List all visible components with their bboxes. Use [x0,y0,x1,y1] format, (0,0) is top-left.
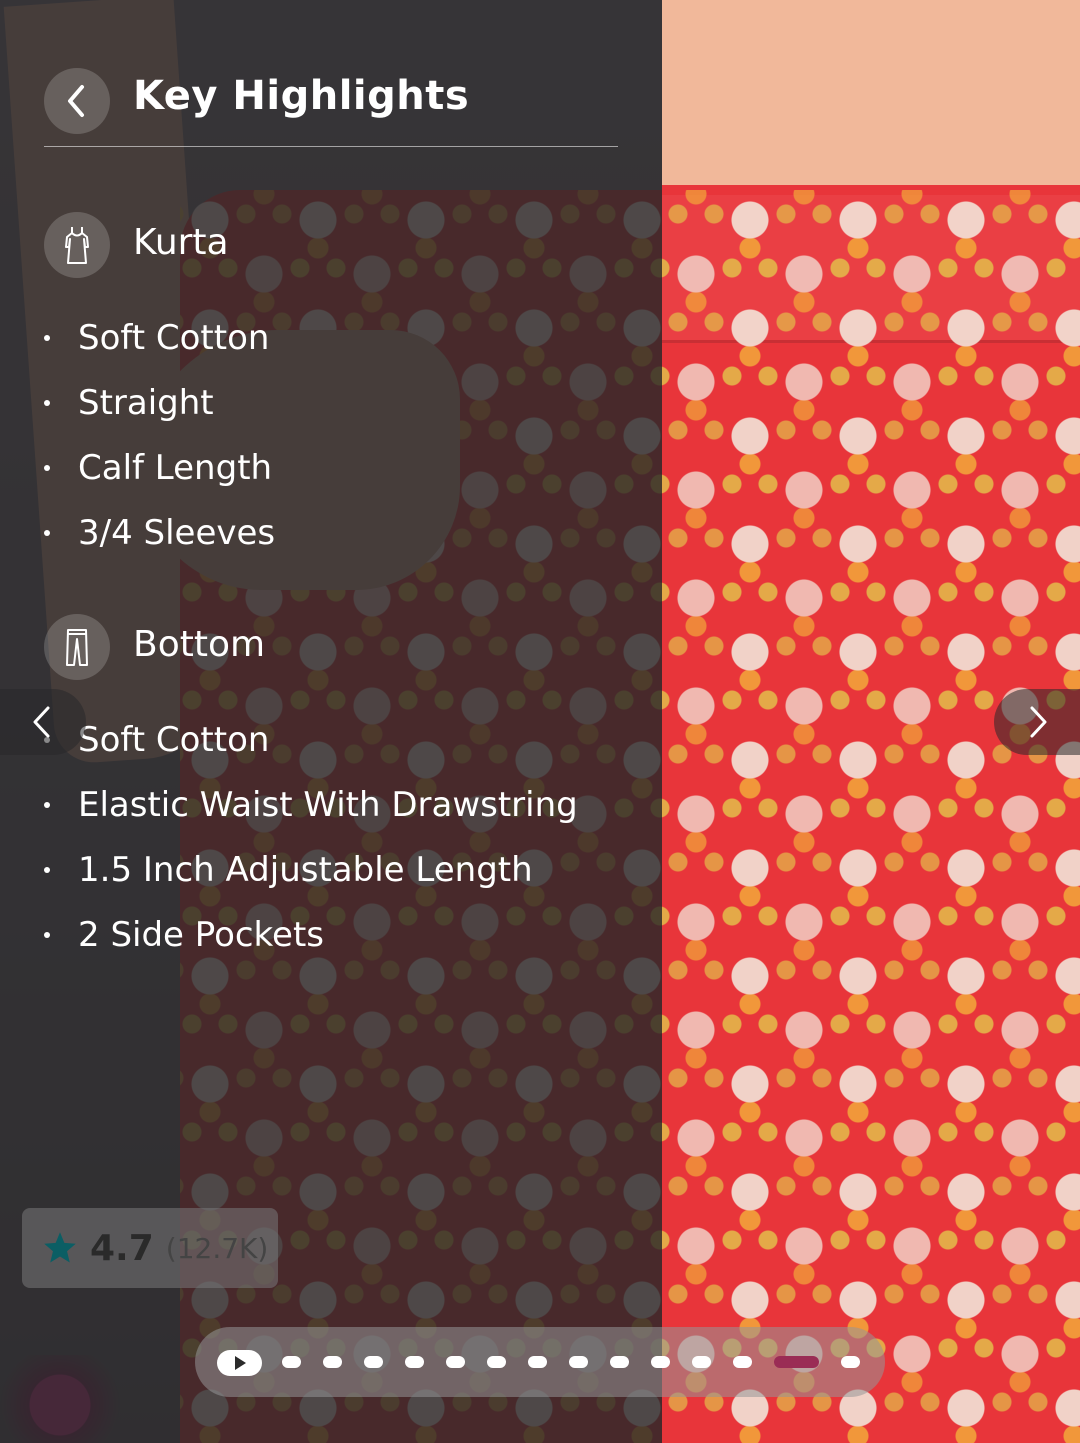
rating-value: 4.7 [90,1227,154,1269]
bullet-icon [44,400,50,406]
rating-badge[interactable]: 4.7 (12.7K) [22,1208,278,1288]
pager-dot[interactable] [569,1356,588,1368]
pager-dot[interactable] [528,1356,547,1368]
pager-dot[interactable] [323,1356,342,1368]
bullet-icon [44,867,50,873]
section-kurta: Kurta [44,212,604,278]
pager-dot[interactable] [841,1356,860,1368]
section-bottom: Bottom [44,614,604,680]
bullet-icon [44,465,50,471]
carousel-pager [195,1327,885,1397]
trousers-icon [44,614,110,680]
carousel-next-button[interactable] [994,689,1080,755]
chevron-left-icon [68,85,84,117]
pager-dot[interactable] [405,1356,424,1368]
pager-dot[interactable] [733,1356,752,1368]
pager-dot[interactable] [282,1356,301,1368]
pager-dot[interactable] [692,1356,711,1368]
bullet-icon [44,530,50,536]
highlights-header: Key Highlights [44,68,618,147]
pager-dot[interactable] [487,1356,506,1368]
pager-dot[interactable] [446,1356,465,1368]
dress-icon [44,212,110,278]
pager-dot-active[interactable] [774,1356,819,1368]
chevron-left-icon [33,706,50,738]
bullet-icon [44,802,50,808]
pager-dot[interactable] [610,1356,629,1368]
bullet-icon [44,335,50,341]
section-label-bottom: Bottom [133,624,266,665]
carousel-prev-button[interactable] [0,689,86,755]
torso-skin [662,0,1080,200]
rating-count: (12.7K) [165,1231,269,1265]
section-label-kurta: Kurta [133,222,229,263]
back-button[interactable] [44,68,110,134]
page-title: Key Highlights [133,73,470,119]
chevron-right-icon [1030,706,1047,738]
star-icon [44,1232,76,1263]
pager-dot[interactable] [651,1356,670,1368]
play-icon [234,1356,246,1370]
pager-dot[interactable] [364,1356,383,1368]
bullet-icon [44,932,50,938]
play-video-button[interactable] [217,1350,262,1376]
